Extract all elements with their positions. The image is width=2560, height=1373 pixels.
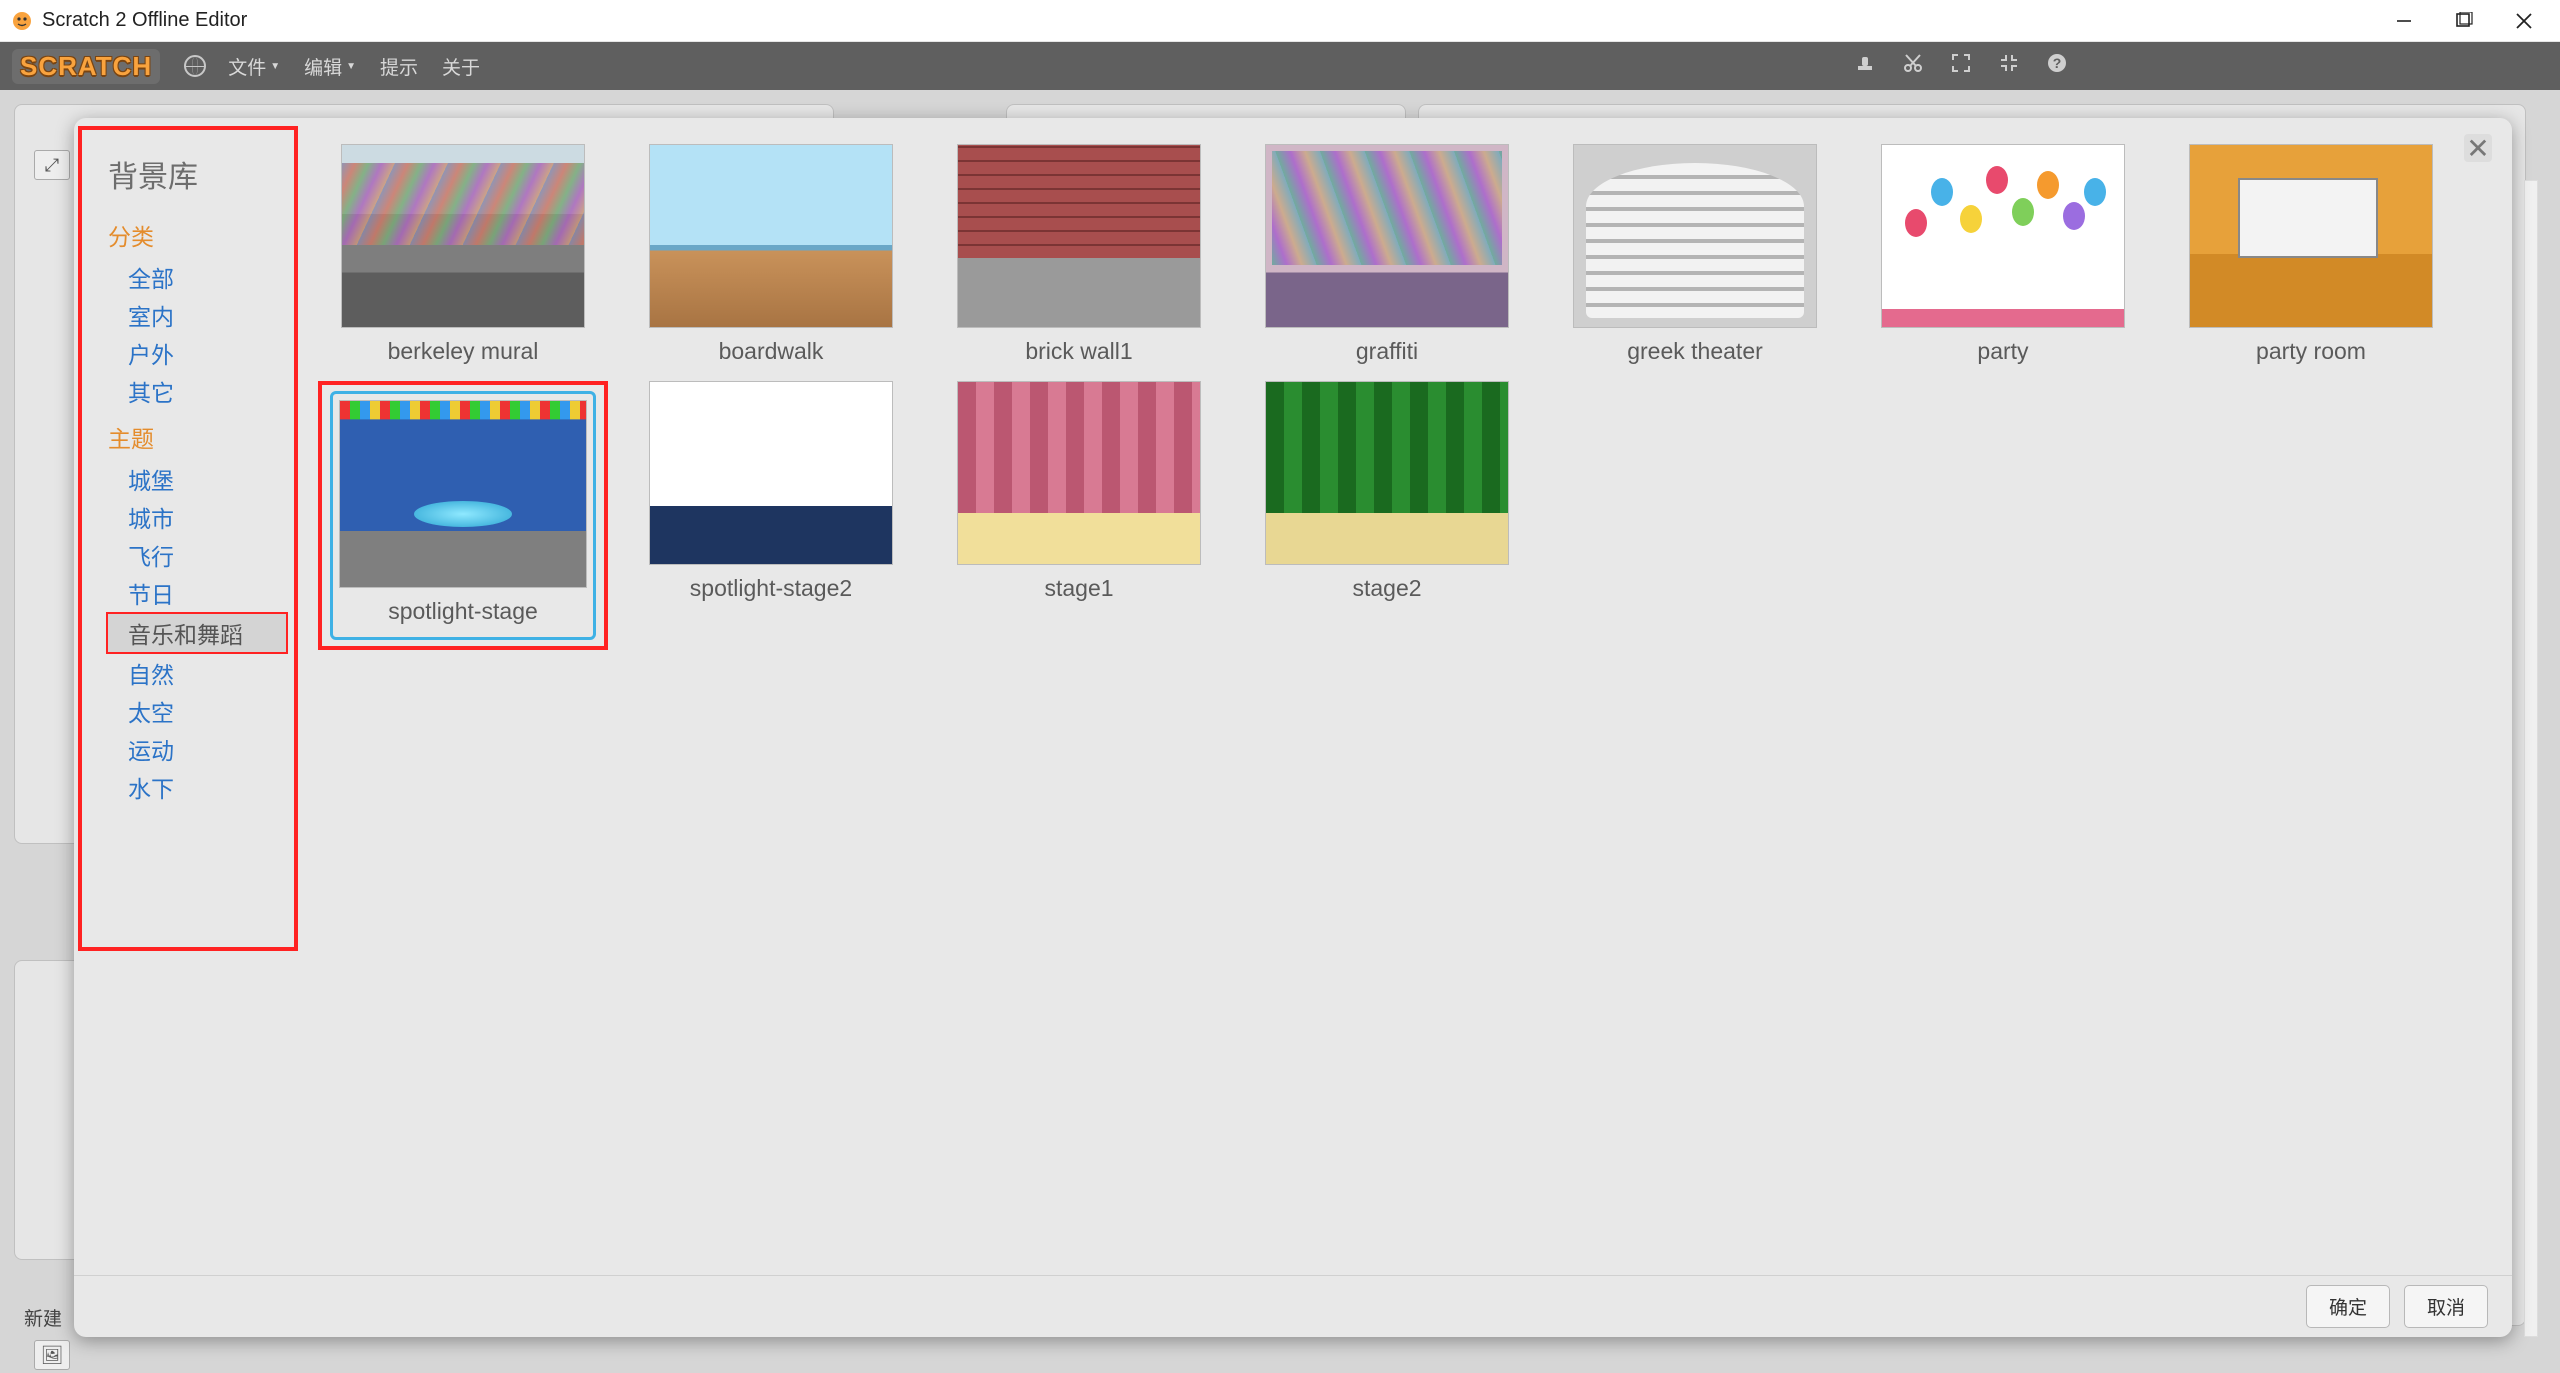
sidebar-header-theme: 主题 xyxy=(108,420,288,454)
scratch-menubar: SCRATCH 文件 ▼ 编辑 ▼ 提示 关于 ? xyxy=(0,42,2560,90)
library-tile-spotlight-stage2[interactable]: spotlight-stage2 xyxy=(626,381,916,650)
expand-icon[interactable] xyxy=(1950,52,1972,80)
library-tile-party-room[interactable]: party room xyxy=(2166,144,2456,365)
scratch-logo[interactable]: SCRATCH xyxy=(12,49,160,84)
thumbnail-party xyxy=(1881,144,2125,328)
library-tile-boardwalk[interactable]: boardwalk xyxy=(626,144,916,365)
category-all[interactable]: 全部 xyxy=(108,258,288,296)
window-titlebar: Scratch 2 Offline Editor xyxy=(0,0,2560,42)
menu-edit-label: 编辑 xyxy=(304,53,342,80)
thumbnail-spotlight-stage xyxy=(339,400,587,588)
library-sidebar: 背景库 分类 全部 室内 户外 其它 主题 城堡 城市 飞行 节日 音乐和舞蹈 … xyxy=(78,126,298,951)
scissors-icon[interactable] xyxy=(1902,52,1924,80)
library-tile-stage1[interactable]: stage1 xyxy=(934,381,1224,650)
category-indoor[interactable]: 室内 xyxy=(108,296,288,334)
window-controls xyxy=(2394,11,2534,31)
choose-backdrop-icon[interactable]: 🖼 xyxy=(34,1340,70,1370)
stamp-icon[interactable] xyxy=(1854,52,1876,80)
thumbnail-graffiti xyxy=(1265,144,1509,328)
dialog-footer: 确定 取消 xyxy=(74,1275,2512,1337)
thumbnail-greek-theater xyxy=(1573,144,1817,328)
scratch-cat-icon xyxy=(10,9,34,33)
new-sprite-label: 新建 xyxy=(24,1304,62,1331)
library-tile-graffiti[interactable]: graffiti xyxy=(1242,144,1532,365)
tile-selected-border: spotlight-stage xyxy=(330,391,596,640)
library-tile-brick-wall1[interactable]: brick wall1 xyxy=(934,144,1224,365)
tile-label: stage1 xyxy=(1044,575,1113,602)
toolbar-icons: ? xyxy=(1854,52,2068,80)
window-title: Scratch 2 Offline Editor xyxy=(42,9,2394,32)
tile-label: spotlight-stage xyxy=(339,598,587,625)
menu-about-label: 关于 xyxy=(442,53,480,80)
library-tile-spotlight-stage[interactable]: spotlight-stage xyxy=(318,381,608,650)
tile-label: spotlight-stage2 xyxy=(690,575,852,602)
tile-label: greek theater xyxy=(1627,338,1763,365)
menu-about[interactable]: 关于 xyxy=(442,53,480,80)
theme-flying[interactable]: 飞行 xyxy=(108,536,288,574)
thumbnail-boardwalk xyxy=(649,144,893,328)
window-minimize-icon[interactable] xyxy=(2394,11,2414,31)
svg-text:?: ? xyxy=(2053,55,2062,71)
menu-file[interactable]: 文件 ▼ xyxy=(228,53,280,80)
theme-city[interactable]: 城市 xyxy=(108,498,288,536)
theme-castle[interactable]: 城堡 xyxy=(108,460,288,498)
thumbnail-stage1 xyxy=(957,381,1201,565)
dialog-close-button[interactable]: ✕ xyxy=(2464,134,2492,162)
library-tile-stage2[interactable]: stage2 xyxy=(1242,381,1532,650)
window-maximize-icon[interactable] xyxy=(2454,11,2474,31)
theme-holiday[interactable]: 节日 xyxy=(108,574,288,612)
theme-sports[interactable]: 运动 xyxy=(108,730,288,768)
tile-label: boardwalk xyxy=(719,338,824,365)
theme-music-dance[interactable]: 音乐和舞蹈 xyxy=(106,612,288,654)
dialog-body: 背景库 分类 全部 室内 户外 其它 主题 城堡 城市 飞行 节日 音乐和舞蹈 … xyxy=(74,118,2512,1275)
window-close-icon[interactable] xyxy=(2514,11,2534,31)
tile-label: berkeley mural xyxy=(388,338,539,365)
balloons-art xyxy=(1897,160,2110,273)
tile-label: party room xyxy=(2256,338,2366,365)
thumbnail-stage2 xyxy=(1265,381,1509,565)
library-title: 背景库 xyxy=(108,148,288,196)
theme-space[interactable]: 太空 xyxy=(108,692,288,730)
tile-label: party xyxy=(1977,338,2028,365)
menu-tips[interactable]: 提示 xyxy=(380,53,418,80)
ok-button[interactable]: 确定 xyxy=(2306,1285,2390,1328)
menu-tips-label: 提示 xyxy=(380,53,418,80)
caret-down-icon: ▼ xyxy=(346,61,356,72)
category-other[interactable]: 其它 xyxy=(108,372,288,410)
language-globe-icon[interactable] xyxy=(184,55,206,77)
library-tile-party[interactable]: party xyxy=(1858,144,2148,365)
thumbnail-spotlight-stage2 xyxy=(649,381,893,565)
menu-file-label: 文件 xyxy=(228,53,266,80)
library-tile-berkeley-mural[interactable]: berkeley mural xyxy=(318,144,608,365)
tile-label: stage2 xyxy=(1352,575,1421,602)
library-grid: berkeley mural boardwalk brick wall1 gra… xyxy=(298,118,2512,1275)
backdrop-library-dialog: ✕ 背景库 分类 全部 室内 户外 其它 主题 城堡 城市 飞行 节日 音乐和舞… xyxy=(74,118,2512,1337)
thumbnail-berkeley-mural xyxy=(341,144,585,328)
sidebar-header-category: 分类 xyxy=(108,218,288,252)
cancel-button[interactable]: 取消 xyxy=(2404,1285,2488,1328)
fullscreen-icon[interactable]: ⤢ xyxy=(34,150,70,180)
tile-label: graffiti xyxy=(1356,338,1418,365)
theme-underwater[interactable]: 水下 xyxy=(108,768,288,806)
right-scrollbar-ghost xyxy=(2524,180,2538,1337)
library-tile-greek-theater[interactable]: greek theater xyxy=(1550,144,1840,365)
thumbnail-brick-wall1 xyxy=(957,144,1201,328)
tile-label: brick wall1 xyxy=(1025,338,1132,365)
help-icon[interactable]: ? xyxy=(2046,52,2068,80)
library-row: berkeley mural boardwalk brick wall1 gra… xyxy=(318,144,2492,381)
caret-down-icon: ▼ xyxy=(270,61,280,72)
thumbnail-party-room xyxy=(2189,144,2433,328)
library-row: spotlight-stage spotlight-stage2 stage1 … xyxy=(318,381,2492,666)
menu-edit[interactable]: 编辑 ▼ xyxy=(304,53,356,80)
category-outdoor[interactable]: 户外 xyxy=(108,334,288,372)
shrink-icon[interactable] xyxy=(1998,52,2020,80)
theme-nature[interactable]: 自然 xyxy=(108,654,288,692)
